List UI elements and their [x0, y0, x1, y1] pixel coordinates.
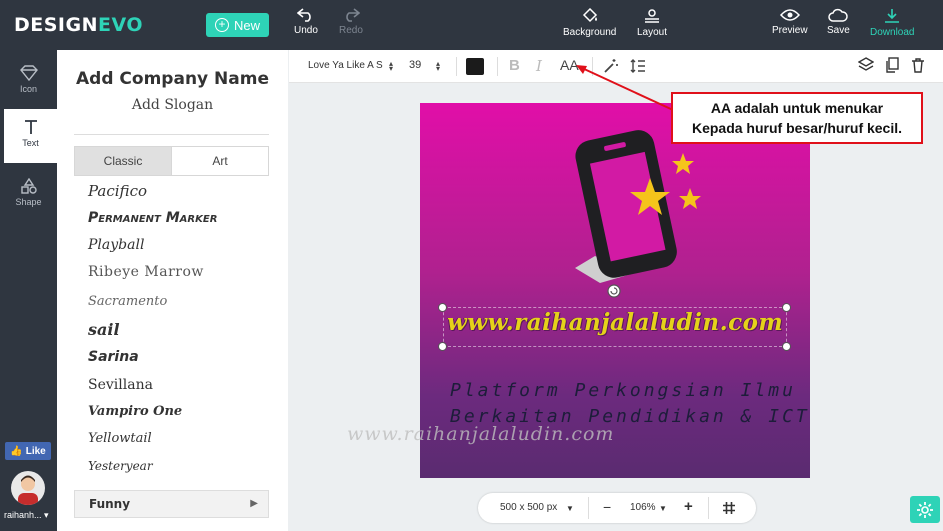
layout-icon [645, 9, 660, 23]
font-category-funny[interactable]: Funny ▶ [74, 490, 269, 518]
rail-item-icon[interactable]: Icon [0, 55, 57, 109]
top-bar: DESIGNEVO + New Undo Redo Background Lay… [0, 0, 943, 50]
shapes-icon [20, 178, 37, 194]
add-company-name[interactable]: Add Company Name [57, 69, 288, 89]
undo-icon [296, 8, 311, 22]
layout-button[interactable]: Layout [637, 8, 667, 38]
username[interactable]: raihanh... ▾ [4, 510, 49, 521]
rail-item-shape[interactable]: Shape [0, 168, 57, 222]
avatar[interactable] [11, 471, 45, 505]
preview-button[interactable]: Preview [772, 8, 808, 36]
canvas-size-select[interactable]: 500 x 500 px [500, 502, 557, 513]
resize-handle[interactable] [782, 342, 791, 351]
save-button[interactable]: Save [827, 8, 850, 36]
bold-button[interactable]: B [509, 57, 520, 74]
undo-button[interactable]: Undo [294, 8, 318, 36]
zoom-level[interactable]: 106% [630, 502, 656, 513]
font-style-tabs: Classic Art [74, 146, 269, 176]
rail-item-text[interactable]: Text [4, 109, 57, 163]
font-size-input[interactable]: 39 [409, 59, 421, 71]
updown-caret-icon[interactable]: ▴ ▾ [389, 60, 393, 73]
callout-arrow [576, 65, 674, 111]
layers-icon[interactable] [858, 57, 874, 73]
eye-icon [779, 9, 800, 21]
grid-icon[interactable] [722, 501, 736, 515]
new-button[interactable]: + New [206, 13, 269, 37]
watermark: www.raihanjalaludin.com [347, 423, 615, 445]
font-item[interactable]: Sarina [88, 349, 139, 365]
updown-caret-icon[interactable]: ▴ ▾ [436, 60, 440, 73]
font-item[interactable]: sail [88, 320, 120, 339]
redo-icon [346, 8, 360, 22]
trash-icon[interactable] [910, 57, 926, 73]
color-swatch[interactable] [466, 58, 484, 75]
font-item[interactable]: Sevillana [88, 377, 153, 393]
font-item[interactable]: Playball [88, 237, 144, 253]
chevron-down-icon[interactable]: ▼ [659, 504, 667, 513]
chevron-down-icon[interactable]: ▼ [566, 504, 574, 513]
tagline-line-1[interactable]: Platform Perkongsian Ilmu [450, 380, 796, 401]
font-item[interactable]: Ribeye Marrow [88, 264, 204, 280]
facebook-like-button[interactable]: 👍 Like [5, 442, 51, 460]
text-icon [24, 120, 37, 134]
diamond-icon [19, 65, 38, 81]
resize-handle[interactable] [782, 303, 791, 312]
cloud-icon [828, 8, 849, 22]
duplicate-icon[interactable] [884, 57, 900, 73]
chevron-right-icon: ▶ [250, 498, 258, 509]
settings-button[interactable] [910, 496, 940, 523]
divider [74, 134, 269, 135]
background-button[interactable]: Background [563, 8, 616, 38]
font-item[interactable]: Yellowtail [88, 431, 152, 446]
rotate-handle-icon[interactable] [607, 284, 621, 298]
logo: DESIGNEVO [14, 14, 144, 36]
zoom-in-button[interactable]: + [684, 498, 693, 515]
annotation-callout: AA adalah untuk menukar Kepada huruf bes… [671, 92, 923, 144]
website-text[interactable]: www.raihanjalaludin.com [447, 309, 783, 336]
tab-art[interactable]: Art [172, 147, 268, 175]
font-item[interactable]: Vampiro One [88, 404, 182, 419]
download-button[interactable]: Download [870, 8, 914, 38]
zoom-out-button[interactable]: − [603, 499, 611, 515]
add-slogan[interactable]: Add Slogan [57, 97, 288, 113]
font-select[interactable]: Love Ya Like A Sister [308, 60, 383, 71]
resize-handle[interactable] [438, 303, 447, 312]
font-item[interactable]: Permanent Marker [88, 210, 217, 226]
zoom-bar: 500 x 500 px ▼ − 106% ▼ + [478, 493, 756, 523]
font-item[interactable]: Yesteryear [88, 459, 153, 473]
resize-handle[interactable] [438, 342, 447, 351]
left-rail: Icon Text Shape 👍 Like raihanh... ▾ [0, 50, 57, 531]
plus-icon: + [214, 18, 229, 32]
italic-button[interactable]: I [536, 57, 542, 75]
redo-button[interactable]: Redo [339, 8, 363, 36]
gear-icon [917, 501, 933, 518]
font-item[interactable]: Sacramento [88, 294, 167, 309]
tab-classic[interactable]: Classic [75, 147, 172, 175]
paint-bucket-icon [582, 8, 597, 23]
download-icon [885, 9, 900, 23]
text-panel: Add Company Name Add Slogan Classic Art … [57, 50, 288, 531]
thumbs-up-icon: 👍 [10, 445, 23, 457]
font-item[interactable]: Pacifico [88, 182, 147, 200]
